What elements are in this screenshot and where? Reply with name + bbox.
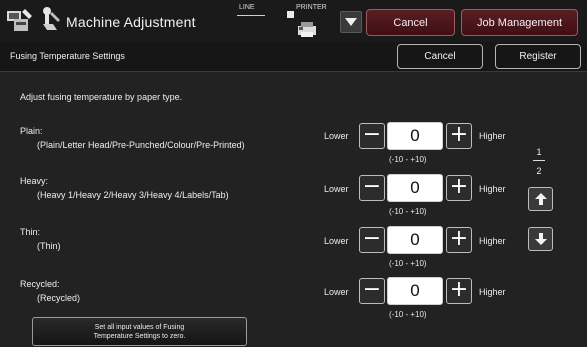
- current-page: 1: [536, 147, 542, 157]
- line-label: LINE: [239, 4, 255, 11]
- decrease-plain-button[interactable]: −: [359, 123, 385, 149]
- register-button[interactable]: Register: [495, 44, 581, 69]
- higher-label: Higher: [479, 184, 506, 194]
- reset-button-line-2: Temperature Settings to zero.: [93, 332, 186, 340]
- plain-value-field[interactable]: 0: [387, 122, 443, 150]
- category-label-plain: Plain:: [20, 126, 43, 136]
- page-divider: [533, 160, 545, 161]
- decrease-recycled-button[interactable]: −: [359, 278, 385, 304]
- category-label-recycled: Recycled:: [20, 279, 60, 289]
- range-text: (-10 - +10): [389, 207, 427, 216]
- cancel-button[interactable]: Cancel: [397, 44, 483, 69]
- lower-label: Lower: [324, 131, 349, 141]
- thin-value-field[interactable]: 0: [387, 226, 443, 254]
- higher-label: Higher: [479, 287, 506, 297]
- top-cancel-button[interactable]: Cancel: [366, 9, 455, 36]
- heavy-value-field[interactable]: 0: [387, 174, 443, 202]
- decrease-thin-button[interactable]: −: [359, 227, 385, 253]
- lower-label: Lower: [324, 236, 349, 246]
- category-description-plain: (Plain/Letter Head/Pre-Punched/Colour/Pr…: [37, 140, 245, 150]
- increase-recycled-button[interactable]: +: [446, 278, 472, 304]
- category-description-thin: (Thin): [37, 241, 61, 251]
- increase-thin-button[interactable]: +: [446, 227, 472, 253]
- range-text: (-10 - +10): [389, 259, 427, 268]
- category-label-thin: Thin:: [20, 227, 41, 237]
- range-text: (-10 - +10): [389, 310, 427, 319]
- dropdown-arrow-icon[interactable]: [340, 11, 362, 33]
- increase-heavy-button[interactable]: +: [446, 175, 472, 201]
- reset-button-line-1: Set all input values of Fusing: [94, 323, 185, 331]
- category-description-recycled: (Recycled): [37, 293, 81, 303]
- higher-label: Higher: [479, 236, 506, 246]
- reset-all-to-zero-button[interactable]: Set all input values of Fusing Temperatu…: [32, 317, 247, 346]
- recycled-value-field[interactable]: 0: [387, 277, 443, 305]
- printer-icon: [296, 21, 318, 38]
- lower-label: Lower: [324, 287, 349, 297]
- page-down-button[interactable]: [528, 227, 553, 251]
- machine-settings-icon: [5, 5, 35, 35]
- job-management-button[interactable]: Job Management: [461, 9, 578, 36]
- line-indicator: [237, 15, 265, 16]
- lower-label: Lower: [324, 184, 349, 194]
- page-title: Fusing Temperature Settings: [10, 51, 125, 61]
- category-description-heavy: (Heavy 1/Heavy 2/Heavy 3/Heavy 4/Labels/…: [37, 190, 229, 200]
- decrease-heavy-button[interactable]: −: [359, 175, 385, 201]
- instruction-text: Adjust fusing temperature by paper type.: [20, 92, 183, 102]
- higher-label: Higher: [479, 131, 506, 141]
- page-up-button[interactable]: [528, 187, 553, 211]
- category-label-heavy: Heavy:: [20, 176, 49, 186]
- printer-status-indicator: [287, 11, 294, 18]
- range-text: (-10 - +10): [389, 155, 427, 164]
- increase-plain-button[interactable]: +: [446, 123, 472, 149]
- app-title: Machine Adjustment: [66, 14, 196, 30]
- wrench-icon: [39, 6, 63, 32]
- total-pages: 2: [536, 166, 542, 176]
- arrow-up-icon: [534, 193, 547, 205]
- arrow-down-icon: [534, 233, 547, 245]
- printer-label: PRINTER: [296, 4, 327, 11]
